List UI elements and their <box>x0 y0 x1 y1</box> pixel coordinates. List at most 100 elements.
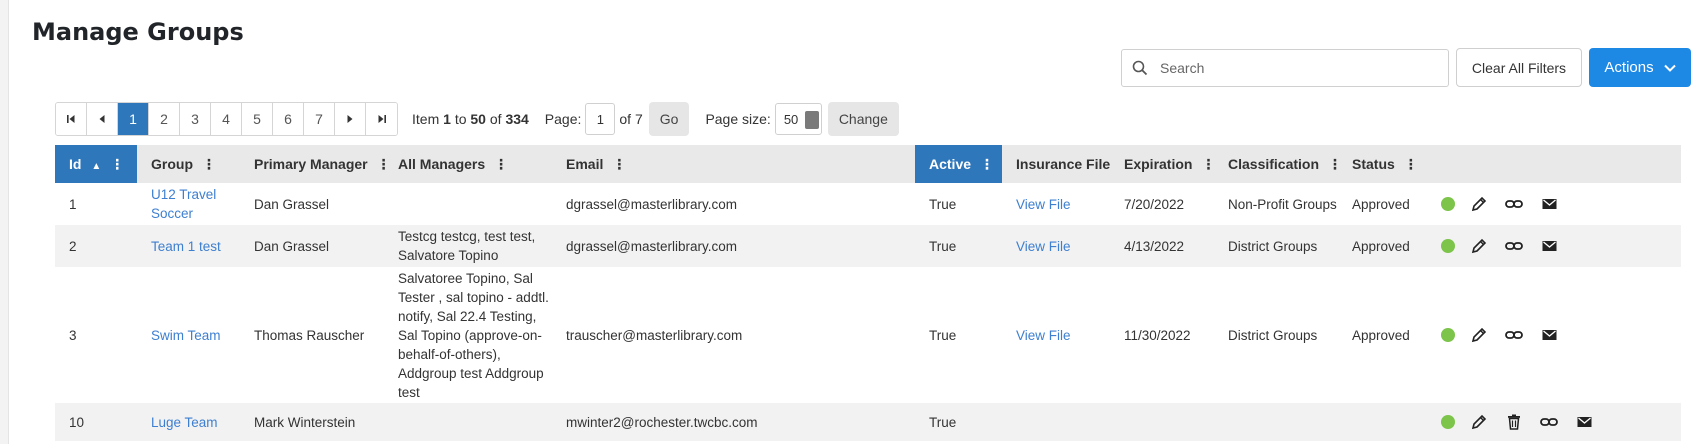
link-icon[interactable] <box>1538 411 1560 433</box>
status-dot <box>1441 415 1455 429</box>
page-button-4[interactable]: 4 <box>211 103 242 135</box>
chevron-down-icon <box>1663 64 1676 72</box>
column-menu-icon[interactable]: ⋮ <box>1404 156 1418 172</box>
col-header-email[interactable]: Email ⋮ <box>552 145 915 183</box>
col-id-label: Id <box>69 155 82 172</box>
col-header-insurance-file[interactable]: Insurance File <box>1002 145 1110 183</box>
cell-active: True <box>929 327 957 343</box>
col-header-primary-manager[interactable]: Primary Manager ⋮ <box>240 145 391 183</box>
prev-page-button[interactable] <box>87 103 118 135</box>
col-header-group[interactable]: Group ⋮ <box>137 145 240 183</box>
first-page-button[interactable] <box>56 103 87 135</box>
cell-classification: Non-Profit Groups <box>1228 196 1337 212</box>
col-email-label: Email <box>566 155 604 172</box>
item-range-info: Item 1 to 50 of 334 <box>412 111 529 127</box>
column-menu-icon[interactable]: ⋮ <box>110 156 124 172</box>
page-button-7[interactable]: 7 <box>304 103 335 135</box>
page-size-label: Page size: <box>705 111 771 127</box>
cell-email: mwinter2@rochester.twcbc.com <box>552 403 915 441</box>
view-file-link[interactable]: View File <box>1016 197 1071 212</box>
link-icon[interactable] <box>1503 193 1525 215</box>
col-insurance-label: Insurance File <box>1016 156 1111 172</box>
column-menu-icon[interactable]: ⋮ <box>980 156 994 172</box>
column-menu-icon[interactable]: ⋮ <box>494 156 508 172</box>
main-panel: Manage Groups Clear All Filters Actions … <box>8 0 1702 444</box>
col-header-active[interactable]: Active ⋮ <box>915 145 1002 183</box>
cell-row-actions <box>1427 403 1681 441</box>
cell-row-actions <box>1427 183 1681 225</box>
email-icon[interactable] <box>1538 324 1560 346</box>
item-prefix: Item <box>412 111 440 127</box>
cell-id: 10 <box>55 403 137 441</box>
actions-button[interactable]: Actions <box>1589 48 1691 87</box>
column-menu-icon[interactable]: ⋮ <box>612 156 626 172</box>
email-icon[interactable] <box>1538 235 1560 257</box>
link-icon[interactable] <box>1503 235 1525 257</box>
group-link[interactable]: Swim Team <box>151 328 221 343</box>
first-page-icon <box>67 115 75 123</box>
page-size-input[interactable]: 50 <box>774 103 822 135</box>
cell-primary-manager: Dan Grassel <box>254 196 330 212</box>
status-dot <box>1441 328 1455 342</box>
col-status-label: Status <box>1352 155 1395 172</box>
cell-all-managers <box>384 183 552 225</box>
col-header-all-managers[interactable]: All Managers ⋮ <box>384 145 552 183</box>
edit-pencil-icon[interactable] <box>1468 411 1490 433</box>
status-dot <box>1441 239 1455 253</box>
trash-icon[interactable] <box>1503 411 1525 433</box>
link-icon[interactable] <box>1503 324 1525 346</box>
col-header-classification[interactable]: Classification ⋮ <box>1214 145 1342 183</box>
table-row: 10 Luge Team Mark Winterstein mwinter2@r… <box>55 403 1681 441</box>
col-header-status[interactable]: Status ⋮ <box>1338 145 1427 183</box>
groups-table: Id ▲ ⋮ Group ⋮ Primary Manager ⋮ All Man… <box>55 145 1681 441</box>
prev-page-icon <box>99 115 105 123</box>
page-button-2[interactable]: 2 <box>149 103 180 135</box>
table-header-row: Id ▲ ⋮ Group ⋮ Primary Manager ⋮ All Man… <box>55 145 1681 183</box>
column-menu-icon[interactable]: ⋮ <box>1201 156 1215 172</box>
cell-primary-manager: Thomas Rauscher <box>254 327 365 343</box>
col-group-label: Group <box>151 155 193 172</box>
group-link[interactable]: Luge Team <box>151 415 218 430</box>
cell-id: 3 <box>69 327 77 343</box>
go-button[interactable]: Go <box>648 102 690 136</box>
col-header-expiration[interactable]: Expiration ⋮ <box>1110 145 1215 183</box>
page-button-5[interactable]: 5 <box>242 103 273 135</box>
table-row: 3 Swim Team Thomas Rauscher Salvatoree T… <box>55 267 1681 403</box>
email-icon[interactable] <box>1573 411 1595 433</box>
cell-id: 1 <box>69 196 77 212</box>
spinner-icon[interactable] <box>804 111 819 129</box>
edit-pencil-icon[interactable] <box>1468 324 1490 346</box>
email-icon[interactable] <box>1538 193 1560 215</box>
edit-pencil-icon[interactable] <box>1468 235 1490 257</box>
group-link[interactable]: U12 Travel Soccer <box>151 187 216 221</box>
last-page-button[interactable] <box>366 103 397 135</box>
cell-active: True <box>915 403 1002 441</box>
cell-status <box>1338 403 1427 441</box>
col-active-label: Active <box>929 155 972 172</box>
view-file-link[interactable]: View File <box>1016 328 1071 343</box>
cell-expiration: 7/20/2022 <box>1124 196 1185 212</box>
next-page-button[interactable] <box>335 103 366 135</box>
clear-all-filters-button[interactable]: Clear All Filters <box>1456 48 1582 87</box>
cell-email: dgrassel@masterlibrary.com <box>566 196 737 212</box>
col-header-id[interactable]: Id ▲ ⋮ <box>55 145 137 183</box>
column-menu-icon[interactable]: ⋮ <box>377 156 391 172</box>
search-input[interactable] <box>1158 59 1428 77</box>
group-link[interactable]: Team 1 test <box>151 239 221 254</box>
view-file-link[interactable]: View File <box>1016 239 1071 254</box>
change-button[interactable]: Change <box>827 102 899 136</box>
cell-classification: District Groups <box>1214 225 1338 267</box>
page-button-3[interactable]: 3 <box>180 103 211 135</box>
page-number-input[interactable] <box>585 103 616 135</box>
cell-all-managers: Salvatoree Topino, Sal Tester , sal topi… <box>398 270 549 400</box>
column-menu-icon[interactable]: ⋮ <box>1328 156 1342 172</box>
page-size-value: 50 <box>783 111 799 127</box>
cell-row-actions <box>1427 225 1681 267</box>
col-primary-manager-label: Primary Manager <box>254 155 368 172</box>
edit-pencil-icon[interactable] <box>1468 193 1490 215</box>
search-box[interactable] <box>1121 49 1449 87</box>
page-button-6[interactable]: 6 <box>273 103 304 135</box>
page-button-1[interactable]: 1 <box>118 103 149 135</box>
last-page-icon <box>378 115 386 123</box>
column-menu-icon[interactable]: ⋮ <box>202 156 216 172</box>
